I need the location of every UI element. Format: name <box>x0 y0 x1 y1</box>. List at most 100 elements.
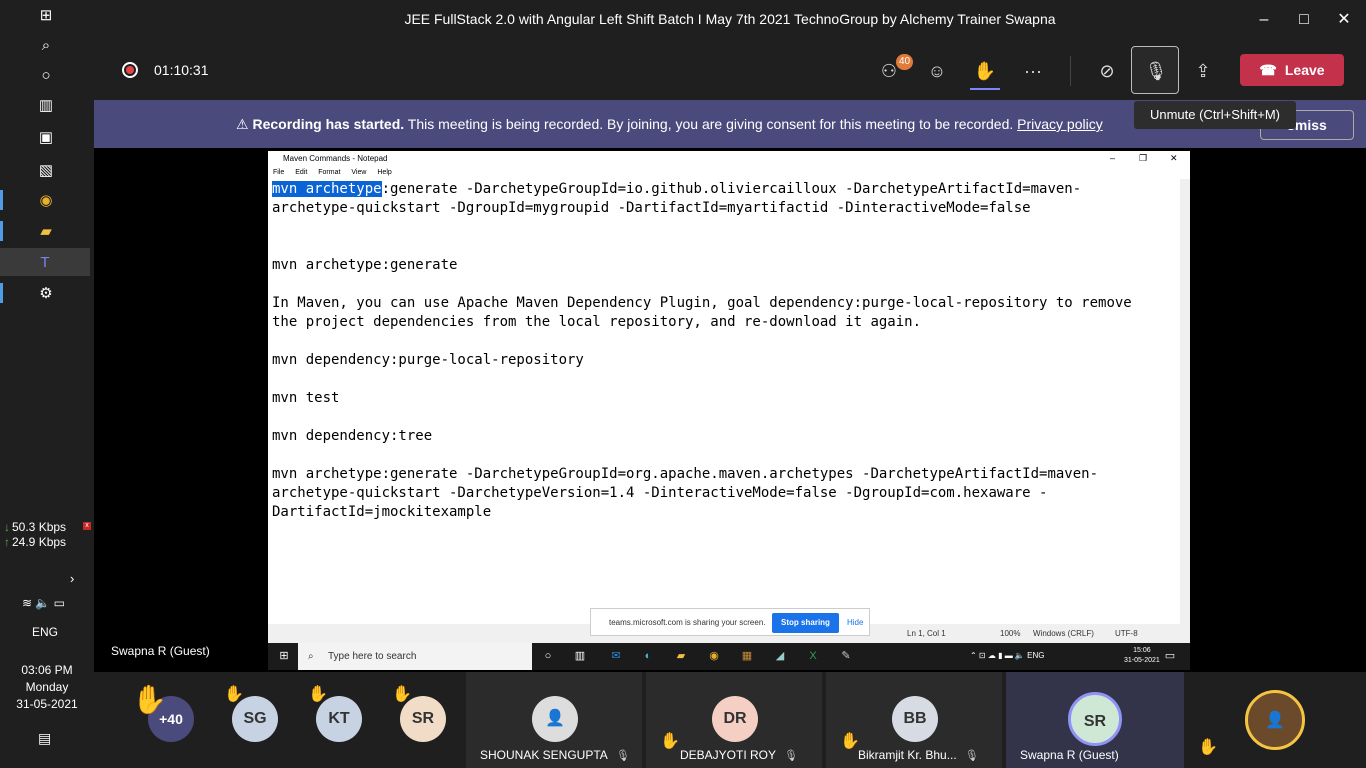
notepad-menu: File Edit Format View Help <box>268 166 1190 179</box>
inner-date: 31-05-2021 <box>1124 657 1160 664</box>
inner-search-box: ⌕ Type here to search <box>298 643 532 670</box>
clock[interactable]: 03:06 PM Monday 31-05-2021 <box>0 662 94 713</box>
menu-format[interactable]: Format <box>318 169 340 176</box>
clock-time: 03:06 PM <box>21 663 73 677</box>
banner-message: ⚠ Recording has started. This meeting is… <box>236 116 1103 133</box>
raised-hand-icon: ✋ <box>1198 739 1218 756</box>
recording-icon <box>122 62 138 78</box>
status-zoom: 100% <box>1000 629 1021 638</box>
camera-off-icon[interactable]: ⊘ <box>1094 58 1120 84</box>
window-title: JEE FullStack 2.0 with Angular Left Shif… <box>404 11 1056 27</box>
download-speed: ↓ 50.3 Kbps <box>4 520 67 534</box>
title-bar: JEE FullStack 2.0 with Angular Left Shif… <box>94 0 1366 40</box>
avatar-self: SR <box>1068 692 1122 746</box>
inner-tray-icons: ⌃ ⊡ ☁ ▮ ▬ 🔈 ENG <box>970 651 1045 660</box>
maximize-icon[interactable]: □ <box>1292 8 1316 32</box>
phone-icon: ☎ <box>1259 61 1277 78</box>
participants-count-badge: 40 <box>896 54 914 70</box>
meeting-timer: 01:10:31 <box>154 62 209 78</box>
excel-icon: X <box>809 650 817 662</box>
inner-clock: 15:06 31-05-2021 <box>1124 646 1160 666</box>
inner-lang: ENG <box>1027 651 1045 660</box>
settings-icon[interactable]: ⚙ <box>30 281 62 305</box>
chat-icon[interactable]: ☺ <box>924 58 950 84</box>
notepad-app-icon: ✎ <box>841 650 851 662</box>
edge-icon: ◐ <box>644 650 652 662</box>
inner-chrome-icon: ◉ <box>709 650 719 662</box>
raise-hand-icon[interactable]: ✋ <box>972 58 998 84</box>
leave-button[interactable]: ☎ Leave <box>1240 54 1344 86</box>
clock-date: 31-05-2021 <box>16 697 78 711</box>
leave-label: Leave <box>1284 62 1325 78</box>
close-window-icon[interactable]: ✕ <box>1332 8 1356 32</box>
participant-name: DEBAJYOTI ROY 🎙 <box>680 748 798 762</box>
language-indicator[interactable]: ENG <box>32 625 58 639</box>
banner-bold: Recording has started. <box>252 116 405 132</box>
stop-sharing-button[interactable]: Stop sharing <box>772 613 839 633</box>
teams-icon[interactable]: T <box>0 248 90 276</box>
raised-hand-icon: ✋ <box>224 686 244 703</box>
inner-search-icon: ⌕ <box>308 651 314 662</box>
raised-hand-icon: ✋ <box>392 686 412 703</box>
system-tray-icons[interactable]: ≋ 🔈 ▭ <box>22 596 65 610</box>
sharing-text: teams.microsoft.com is sharing your scre… <box>609 618 766 627</box>
self-video-avatar[interactable]: 👤 <box>1245 690 1305 750</box>
np-maximize-icon[interactable]: ❐ <box>1139 151 1147 166</box>
mic-off-icon: 🎙 <box>784 750 798 762</box>
participant-name: SHOUNAK SENGUPTA 🎙 <box>480 748 630 762</box>
photos-app-icon[interactable]: ▧ <box>30 158 62 182</box>
camera-app-icon[interactable]: ▣ <box>30 125 62 149</box>
mic-button[interactable]: 🎙 <box>1131 46 1179 94</box>
banner-text: This meeting is being recorded. By joini… <box>407 116 1014 132</box>
cortana-icon[interactable]: ○ <box>30 63 62 87</box>
inner-search-placeholder: Type here to search <box>328 651 417 662</box>
status-encoding: UTF-8 <box>1115 629 1138 638</box>
participant-name: Bikramjit Kr. Bhu... 🎙 <box>858 748 979 762</box>
menu-file[interactable]: File <box>273 169 284 176</box>
raised-hand-icon: ✋ <box>132 684 167 715</box>
status-eol: Windows (CRLF) <box>1033 629 1094 638</box>
close-icon[interactable]: x <box>83 522 91 530</box>
chrome-icon[interactable]: ◉ <box>30 188 62 212</box>
profile-photo: 👤 <box>532 696 578 742</box>
np-close-icon[interactable]: ✕ <box>1170 151 1178 166</box>
notepad-scrollbar[interactable] <box>1180 179 1190 624</box>
notepad-text[interactable]: mvn archetype:generate -DarchetypeGroupI… <box>272 180 1180 522</box>
clock-day: Monday <box>25 680 69 694</box>
avatar-bb: BB <box>892 696 938 742</box>
raised-hand-icon: ✋ <box>660 733 680 750</box>
inner-cortana-icon: ○ <box>544 650 552 662</box>
more-actions-icon[interactable]: ··· <box>1020 58 1046 84</box>
chevron-right-icon[interactable]: › <box>70 571 74 586</box>
privacy-policy-link[interactable]: Privacy policy <box>1017 116 1103 132</box>
presenter-name: Swapna R (Guest) <box>111 644 210 658</box>
avatar-dr: DR <box>712 696 758 742</box>
search-icon[interactable]: ⌕ <box>30 33 62 57</box>
notepad-content: :generate -DarchetypeGroupId=io.github.o… <box>272 181 1132 520</box>
notification-icon[interactable]: ▤ <box>38 730 51 747</box>
minimize-icon[interactable]: – <box>1252 8 1276 32</box>
mic-off-icon: 🎙 <box>615 750 630 762</box>
windows-taskbar: ⊞ ⌕ ○ ▥ ▣ ▧ ◉ ▰ T ⚙ ↓ 50.3 Kbps ↑ 24.9 Kbp… <box>0 0 94 768</box>
menu-view[interactable]: View <box>351 169 366 176</box>
selected-text: mvn archetype <box>272 181 382 197</box>
shared-taskbar: ⊞ ⌕ Type here to search ○ ▥ ✉ ◐ ▰ ◉ ▦ ◢ … <box>268 643 1190 670</box>
hide-link[interactable]: Hide <box>847 618 863 627</box>
mail-icon: ✉ <box>611 650 621 662</box>
inner-taskview-icon: ▥ <box>574 650 586 662</box>
raised-hand-icon: ✋ <box>840 733 860 750</box>
app2-icon: ◢ <box>775 650 785 662</box>
task-view-icon[interactable]: ▥ <box>30 93 62 117</box>
menu-edit[interactable]: Edit <box>295 169 307 176</box>
notepad-title: Maven Commands - Notepad <box>283 154 388 163</box>
start-icon[interactable]: ⊞ <box>30 3 62 27</box>
inner-time: 15:06 <box>1133 647 1151 654</box>
np-minimize-icon[interactable]: – <box>1110 151 1115 166</box>
notepad-title-bar: Maven Commands - Notepad – ❐ ✕ <box>268 151 1190 166</box>
warning-icon: ⚠ <box>236 116 249 132</box>
file-explorer-icon[interactable]: ▰ <box>30 219 62 243</box>
mic-off-icon: 🎙 <box>1144 61 1168 81</box>
share-tray-icon[interactable]: ⇪ <box>1190 58 1216 84</box>
menu-help[interactable]: Help <box>377 169 391 176</box>
meeting-toolbar: 01:10:31 ⚇ 40 ☺ ✋ ··· ⊘ 🎙 ⇪ ☎ Leave <box>94 40 1366 100</box>
